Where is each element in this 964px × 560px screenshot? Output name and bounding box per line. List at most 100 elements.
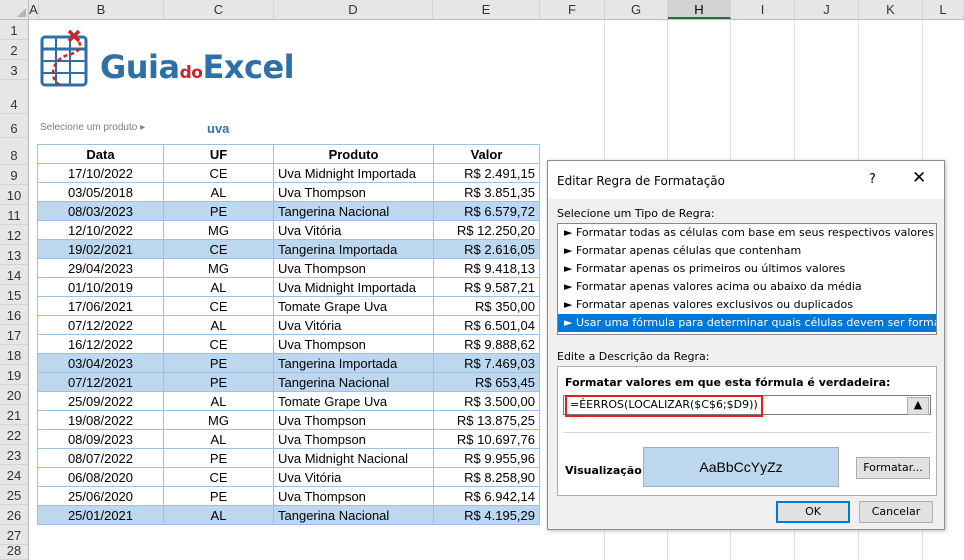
- cell-produto[interactable]: Tangerina Nacional: [273, 505, 434, 525]
- cell-uf[interactable]: PE: [163, 201, 274, 221]
- row-header[interactable]: 17: [0, 325, 28, 345]
- cell-produto[interactable]: Uva Thompson: [273, 334, 434, 354]
- cell-uf[interactable]: AL: [163, 429, 274, 449]
- cell-data[interactable]: 08/09/2023: [37, 429, 164, 449]
- row-header[interactable]: 16: [0, 305, 28, 325]
- cell-uf[interactable]: CE: [163, 163, 274, 183]
- range-picker-icon[interactable]: ▲: [907, 397, 929, 415]
- column-header-k[interactable]: K: [859, 0, 923, 19]
- cell-uf[interactable]: AL: [163, 391, 274, 411]
- cell-uf[interactable]: CE: [163, 296, 274, 316]
- row-header[interactable]: 25: [0, 485, 28, 505]
- cell-valor[interactable]: R$ 9.955,96: [433, 448, 540, 468]
- column-header-b[interactable]: B: [39, 0, 164, 19]
- row-header[interactable]: 26: [0, 505, 28, 525]
- column-header-a[interactable]: A: [29, 0, 39, 19]
- header-produto[interactable]: Produto: [273, 144, 434, 164]
- cell-data[interactable]: 03/04/2023: [37, 353, 164, 373]
- cell-uf[interactable]: MG: [163, 410, 274, 430]
- cell-produto[interactable]: Uva Vitória: [273, 315, 434, 335]
- column-header-f[interactable]: F: [540, 0, 605, 19]
- header-valor[interactable]: Valor: [433, 144, 540, 164]
- column-header-i[interactable]: I: [731, 0, 795, 19]
- cell-valor[interactable]: R$ 12.250,20: [433, 220, 540, 240]
- column-header-l[interactable]: L: [923, 0, 964, 19]
- cell-data[interactable]: 17/10/2022: [37, 163, 164, 183]
- rule-type-item[interactable]: ► Formatar apenas valores acima ou abaix…: [558, 278, 936, 296]
- cell-valor[interactable]: R$ 3.851,35: [433, 182, 540, 202]
- cell-uf[interactable]: AL: [163, 277, 274, 297]
- cell-uf[interactable]: PE: [163, 448, 274, 468]
- row-header[interactable]: 27: [0, 525, 28, 545]
- cell-produto[interactable]: Uva Thompson: [273, 182, 434, 202]
- cell-valor[interactable]: R$ 9.888,62: [433, 334, 540, 354]
- product-selector-value[interactable]: uva: [207, 121, 229, 136]
- cell-produto[interactable]: Tangerina Nacional: [273, 372, 434, 392]
- row-header[interactable]: 1: [0, 20, 28, 40]
- cell-uf[interactable]: MG: [163, 258, 274, 278]
- cell-valor[interactable]: R$ 13.875,25: [433, 410, 540, 430]
- cell-data[interactable]: 03/05/2018: [37, 182, 164, 202]
- cell-valor[interactable]: R$ 3.500,00: [433, 391, 540, 411]
- cell-data[interactable]: 08/03/2023: [37, 201, 164, 221]
- cell-uf[interactable]: CE: [163, 467, 274, 487]
- cell-valor[interactable]: R$ 350,00: [433, 296, 540, 316]
- row-header[interactable]: 4: [0, 80, 28, 114]
- rule-type-item[interactable]: ► Usar uma fórmula para determinar quais…: [558, 314, 936, 332]
- rule-type-item[interactable]: ► Formatar todas as células com base em …: [558, 224, 936, 242]
- cell-data[interactable]: 19/02/2021: [37, 239, 164, 259]
- cell-produto[interactable]: Tomate Grape Uva: [273, 391, 434, 411]
- cell-valor[interactable]: R$ 4.195,29: [433, 505, 540, 525]
- cell-produto[interactable]: Uva Midnight Importada: [273, 163, 434, 183]
- select-all-corner[interactable]: [0, 0, 29, 19]
- format-button[interactable]: Formatar...: [856, 457, 930, 479]
- rule-type-item[interactable]: ► Formatar apenas os primeiros ou último…: [558, 260, 936, 278]
- row-header[interactable]: 24: [0, 465, 28, 485]
- cell-uf[interactable]: MG: [163, 220, 274, 240]
- column-header-g[interactable]: G: [605, 0, 668, 19]
- cell-uf[interactable]: CE: [163, 239, 274, 259]
- cell-data[interactable]: 01/10/2019: [37, 277, 164, 297]
- cell-uf[interactable]: PE: [163, 486, 274, 506]
- cell-produto[interactable]: Uva Vitória: [273, 467, 434, 487]
- cell-produto[interactable]: Uva Thompson: [273, 258, 434, 278]
- cell-uf[interactable]: AL: [163, 315, 274, 335]
- formula-value[interactable]: =ÉERROS(LOCALIZAR($C$6;$D9)): [565, 395, 763, 417]
- cell-valor[interactable]: R$ 6.579,72: [433, 201, 540, 221]
- cell-data[interactable]: 25/01/2021: [37, 505, 164, 525]
- cell-data[interactable]: 12/10/2022: [37, 220, 164, 240]
- cell-produto[interactable]: Uva Thompson: [273, 410, 434, 430]
- row-header[interactable]: 19: [0, 365, 28, 385]
- cell-valor[interactable]: R$ 9.418,13: [433, 258, 540, 278]
- row-header[interactable]: 13: [0, 245, 28, 265]
- cell-data[interactable]: 06/08/2020: [37, 467, 164, 487]
- row-header[interactable]: 14: [0, 265, 28, 285]
- cell-valor[interactable]: R$ 653,45: [433, 372, 540, 392]
- column-header-j[interactable]: J: [795, 0, 859, 19]
- row-header[interactable]: 9: [0, 165, 28, 185]
- cell-produto[interactable]: Tangerina Nacional: [273, 201, 434, 221]
- cell-produto[interactable]: Uva Thompson: [273, 429, 434, 449]
- cell-data[interactable]: 08/07/2022: [37, 448, 164, 468]
- cell-produto[interactable]: Uva Vitória: [273, 220, 434, 240]
- rule-type-item[interactable]: ► Formatar apenas valores exclusivos ou …: [558, 296, 936, 314]
- column-header-e[interactable]: E: [433, 0, 540, 19]
- cell-uf[interactable]: AL: [163, 505, 274, 525]
- ok-button[interactable]: OK: [776, 501, 850, 523]
- formula-input[interactable]: =ÉERROS(LOCALIZAR($C$6;$D9)) ▲: [563, 395, 931, 417]
- cell-data[interactable]: 16/12/2022: [37, 334, 164, 354]
- cell-valor[interactable]: R$ 2.616,05: [433, 239, 540, 259]
- close-icon[interactable]: ✕: [912, 168, 926, 188]
- cell-data[interactable]: 29/04/2023: [37, 258, 164, 278]
- cell-valor[interactable]: R$ 6.942,14: [433, 486, 540, 506]
- cell-valor[interactable]: R$ 6.501,04: [433, 315, 540, 335]
- cell-data[interactable]: 17/06/2021: [37, 296, 164, 316]
- cell-data[interactable]: 07/12/2021: [37, 372, 164, 392]
- cell-valor[interactable]: R$ 8.258,90: [433, 467, 540, 487]
- row-header[interactable]: 11: [0, 205, 28, 225]
- cell-valor[interactable]: R$ 2.491,15: [433, 163, 540, 183]
- row-header[interactable]: 21: [0, 405, 28, 425]
- row-header[interactable]: 8: [0, 138, 28, 165]
- cell-produto[interactable]: Uva Midnight Importada: [273, 277, 434, 297]
- cell-valor[interactable]: R$ 9.587,21: [433, 277, 540, 297]
